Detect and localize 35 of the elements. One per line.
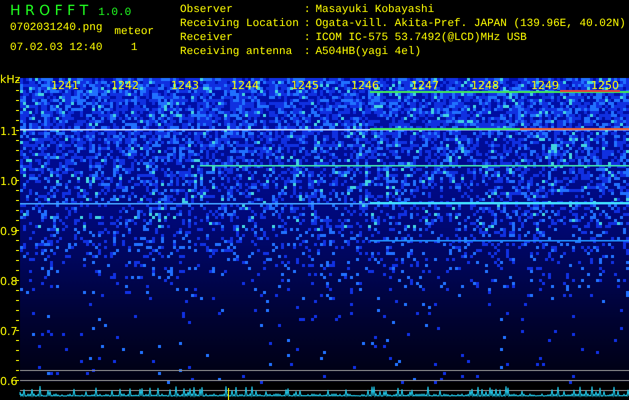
time-label: 1241 [51,79,79,92]
time-label: 1244 [231,79,259,92]
meteor-label: meteor [114,25,154,39]
frequency-label: 0.6 [0,375,18,388]
time-label: 1248 [471,79,499,92]
info-label: Observer [180,3,234,17]
frequency-label: 1.1 [0,125,18,138]
info-separator: : [304,45,310,59]
info-label: Receiver [180,31,234,45]
meteor-count: 1 [130,41,138,55]
app-title: H R O F F T [10,3,88,19]
frequency-label: 0.7 [0,325,18,338]
time-label: 1243 [171,79,199,92]
time-label: 1249 [531,79,559,92]
time-label: 1246 [351,79,379,92]
time-label: 1250 [591,79,619,92]
info-value: Masayuki Kobayashi [315,3,436,17]
info-separator: : [304,3,310,17]
axis-unit: kHz [0,73,20,86]
time-marker [228,388,229,400]
app-version: 1.0.0 [98,7,132,19]
info-value: A504HB(yagi 4el) [315,45,422,59]
info-value: ICOM IC-575 53.7492(@LCD)MHz USB [315,31,528,45]
info-value: Ogata-vill. Akita-Pref. JAPAN (139.96E, 40.02N) [315,17,626,31]
file-datetime: 07.02.03 12:40 [10,41,102,55]
info-separator: : [304,17,310,31]
time-label: 1245 [291,79,319,92]
frequency-label: 0.8 [0,275,18,288]
file-name: 0702031240.png [10,21,102,35]
info-label: Receiving antenna [180,45,294,59]
frequency-label: 1.0 [0,175,18,188]
info-label: Receiving Location [180,17,299,31]
info-separator: : [304,31,310,45]
time-label: 1242 [111,79,139,92]
frequency-label: 0.9 [0,225,18,238]
